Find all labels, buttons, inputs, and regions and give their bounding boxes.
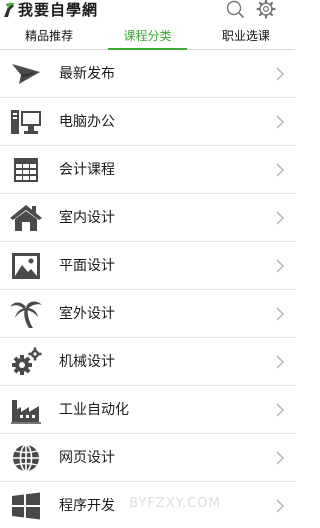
chevron-right-icon [276,163,285,177]
palm-tree-icon [10,301,42,328]
windows-icon [12,492,40,520]
gears-icon [12,347,42,375]
factory-icon [11,400,41,424]
list-item-label: 室内设计 [59,210,115,226]
chevron-right-icon [276,259,285,273]
list-item-automation[interactable]: 工业自动化 [0,386,295,434]
chevron-right-icon [276,211,285,225]
logo-leaf-icon [4,2,15,17]
list-item-label: 室外设计 [59,306,115,322]
list-item-exterior[interactable]: 室外设计 [0,290,295,338]
list-item-office[interactable]: 电脑办公 [0,98,295,146]
app-header: 我要自學網 [0,0,295,20]
chevron-right-icon [276,403,285,417]
app-logo: 我要自學網 [2,1,98,19]
chevron-right-icon [276,307,285,321]
search-icon[interactable] [224,0,246,20]
list-item-accounting[interactable]: 会计课程 [0,146,295,194]
list-item-label: 网页设计 [59,450,115,466]
house-icon [10,205,42,231]
chevron-right-icon [276,67,285,81]
tab-course-categories[interactable]: 课程分类 [98,25,196,50]
tab-featured[interactable]: 精品推荐 [0,25,98,49]
chevron-right-icon [276,115,285,129]
list-item-label: 平面设计 [59,258,115,274]
logo-text: 我要自學網 [18,1,99,19]
picture-icon [12,253,40,279]
chevron-right-icon [276,355,285,369]
tab-career-courses[interactable]: 职业选课 [197,25,295,49]
list-item-label: 最新发布 [59,66,115,82]
watermark: BYFZXY.COM [129,496,221,511]
category-list: 最新发布 电脑办公 会计课程 室内设计 平面设计 室外设计 机械设计 工业自动化… [0,50,295,528]
list-item-label: 机械设计 [59,354,115,370]
paper-plane-icon [12,64,40,84]
list-item-graphic[interactable]: 平面设计 [0,242,295,290]
gear-icon[interactable] [255,0,277,20]
globe-icon [13,444,39,472]
chevron-right-icon [276,451,285,465]
tab-bar: 精品推荐 课程分类 职业选课 [0,25,295,50]
list-item-mechanical[interactable]: 机械设计 [0,338,295,386]
list-item-label: 电脑办公 [59,114,115,130]
list-item-web[interactable]: 网页设计 [0,434,295,482]
list-item-label: 工业自动化 [59,402,129,418]
list-item-latest[interactable]: 最新发布 [0,50,295,98]
list-item-label: 会计课程 [59,162,115,178]
computer-icon [11,110,41,134]
list-item-interior[interactable]: 室内设计 [0,194,295,242]
spreadsheet-icon [14,158,38,182]
